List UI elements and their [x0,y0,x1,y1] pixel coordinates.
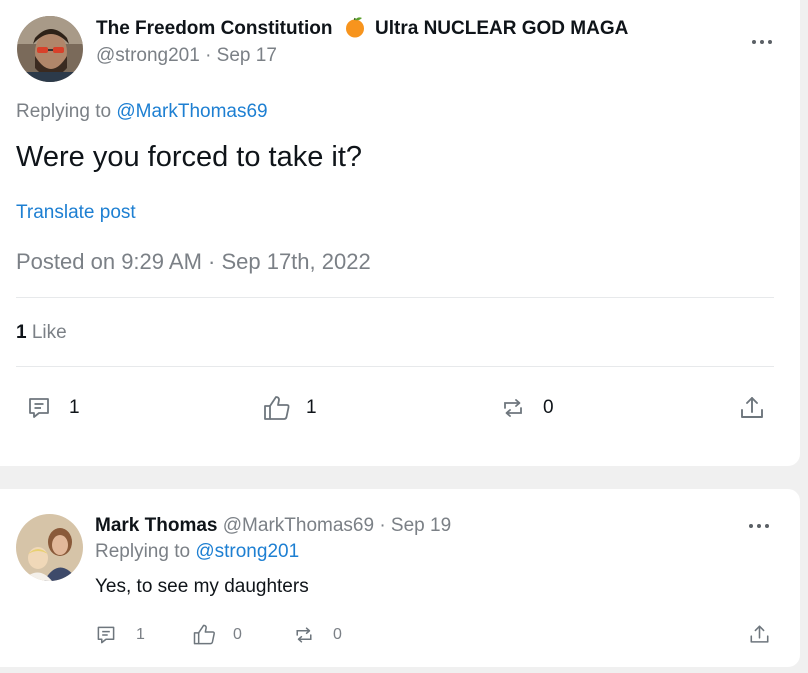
author-name-line: The Freedom Constitution Ultra NUCLEAR G… [96,16,628,41]
author-display-name[interactable]: The Freedom Constitution [96,18,332,39]
like-count: 1 [306,397,317,418]
share-icon [750,625,769,643]
thumbs-up-icon [264,396,290,420]
likes-label: Like [31,322,67,343]
reply-like-button[interactable]: 0 [192,622,242,647]
translate-post-link[interactable]: Translate post [16,201,136,225]
reply-replying-to: Replying to @strong201 [95,540,299,564]
reply-author-avatar-image [16,514,83,581]
repost-icon [296,627,312,643]
reply-share-button[interactable] [748,623,771,646]
comment-count: 1 [69,397,80,418]
reply-repost-count: 0 [333,626,342,643]
replying-handle-link[interactable]: @MarkThomas69 [116,101,267,122]
reply-author-handle[interactable]: @MarkThomas69 [223,515,374,536]
reply-author-line: Mark Thomas @MarkThomas69 · Sep 19 [95,514,451,538]
post-body: Were you forced to take it? [16,141,363,173]
likes-count: 1 [16,322,27,343]
reply-post-card: Mark Thomas @MarkThomas69 · Sep 19 Reply… [0,489,800,667]
reply-replying-handle-link[interactable]: @strong201 [195,541,299,562]
share-button[interactable] [738,394,766,422]
repost-icon [504,399,522,417]
posted-timestamp: Posted on 9:29 AM · Sep 17th, 2022 [16,249,371,274]
orange-emoji-icon [344,16,366,38]
like-button[interactable]: 1 [262,393,317,423]
reply-author-avatar[interactable] [16,514,83,581]
reply-replying-prefix: Replying to [95,541,191,562]
main-post-card: The Freedom Constitution Ultra NUCLEAR G… [0,0,800,466]
reply-like-count: 0 [233,625,242,643]
repost-count: 0 [543,397,554,418]
thumbs-up-icon [193,624,215,645]
reply-more-options-icon[interactable] [749,524,769,528]
reply-comment-count: 1 [136,626,145,643]
replying-to: Replying to @MarkThomas69 [16,100,268,124]
reply-author-display-name[interactable]: Mark Thomas [95,515,217,536]
author-avatar[interactable] [17,16,83,82]
comment-button[interactable]: 1 [26,395,80,421]
comment-icon [29,398,49,418]
author-meta: @strong201 · Sep 17 [96,44,277,68]
repost-button[interactable]: 0 [500,395,554,421]
reply-comment-button[interactable]: 1 [95,624,145,646]
reply-post-date[interactable]: · Sep 19 [379,515,451,536]
more-options-icon[interactable] [752,40,772,44]
post-date[interactable]: · Sep 17 [205,45,277,66]
replying-prefix: Replying to [16,101,112,122]
author-name-suffix: Ultra NUCLEAR GOD MAGA [375,18,629,39]
likes-summary[interactable]: 1 Like [16,321,67,345]
author-handle[interactable]: @strong201 [96,45,200,66]
divider [16,297,774,298]
divider [16,366,774,367]
comment-icon [97,626,115,644]
reply-repost-button[interactable]: 0 [293,624,342,646]
share-icon [741,397,763,418]
reply-body: Yes, to see my daughters [95,576,309,597]
author-avatar-image [17,16,83,82]
